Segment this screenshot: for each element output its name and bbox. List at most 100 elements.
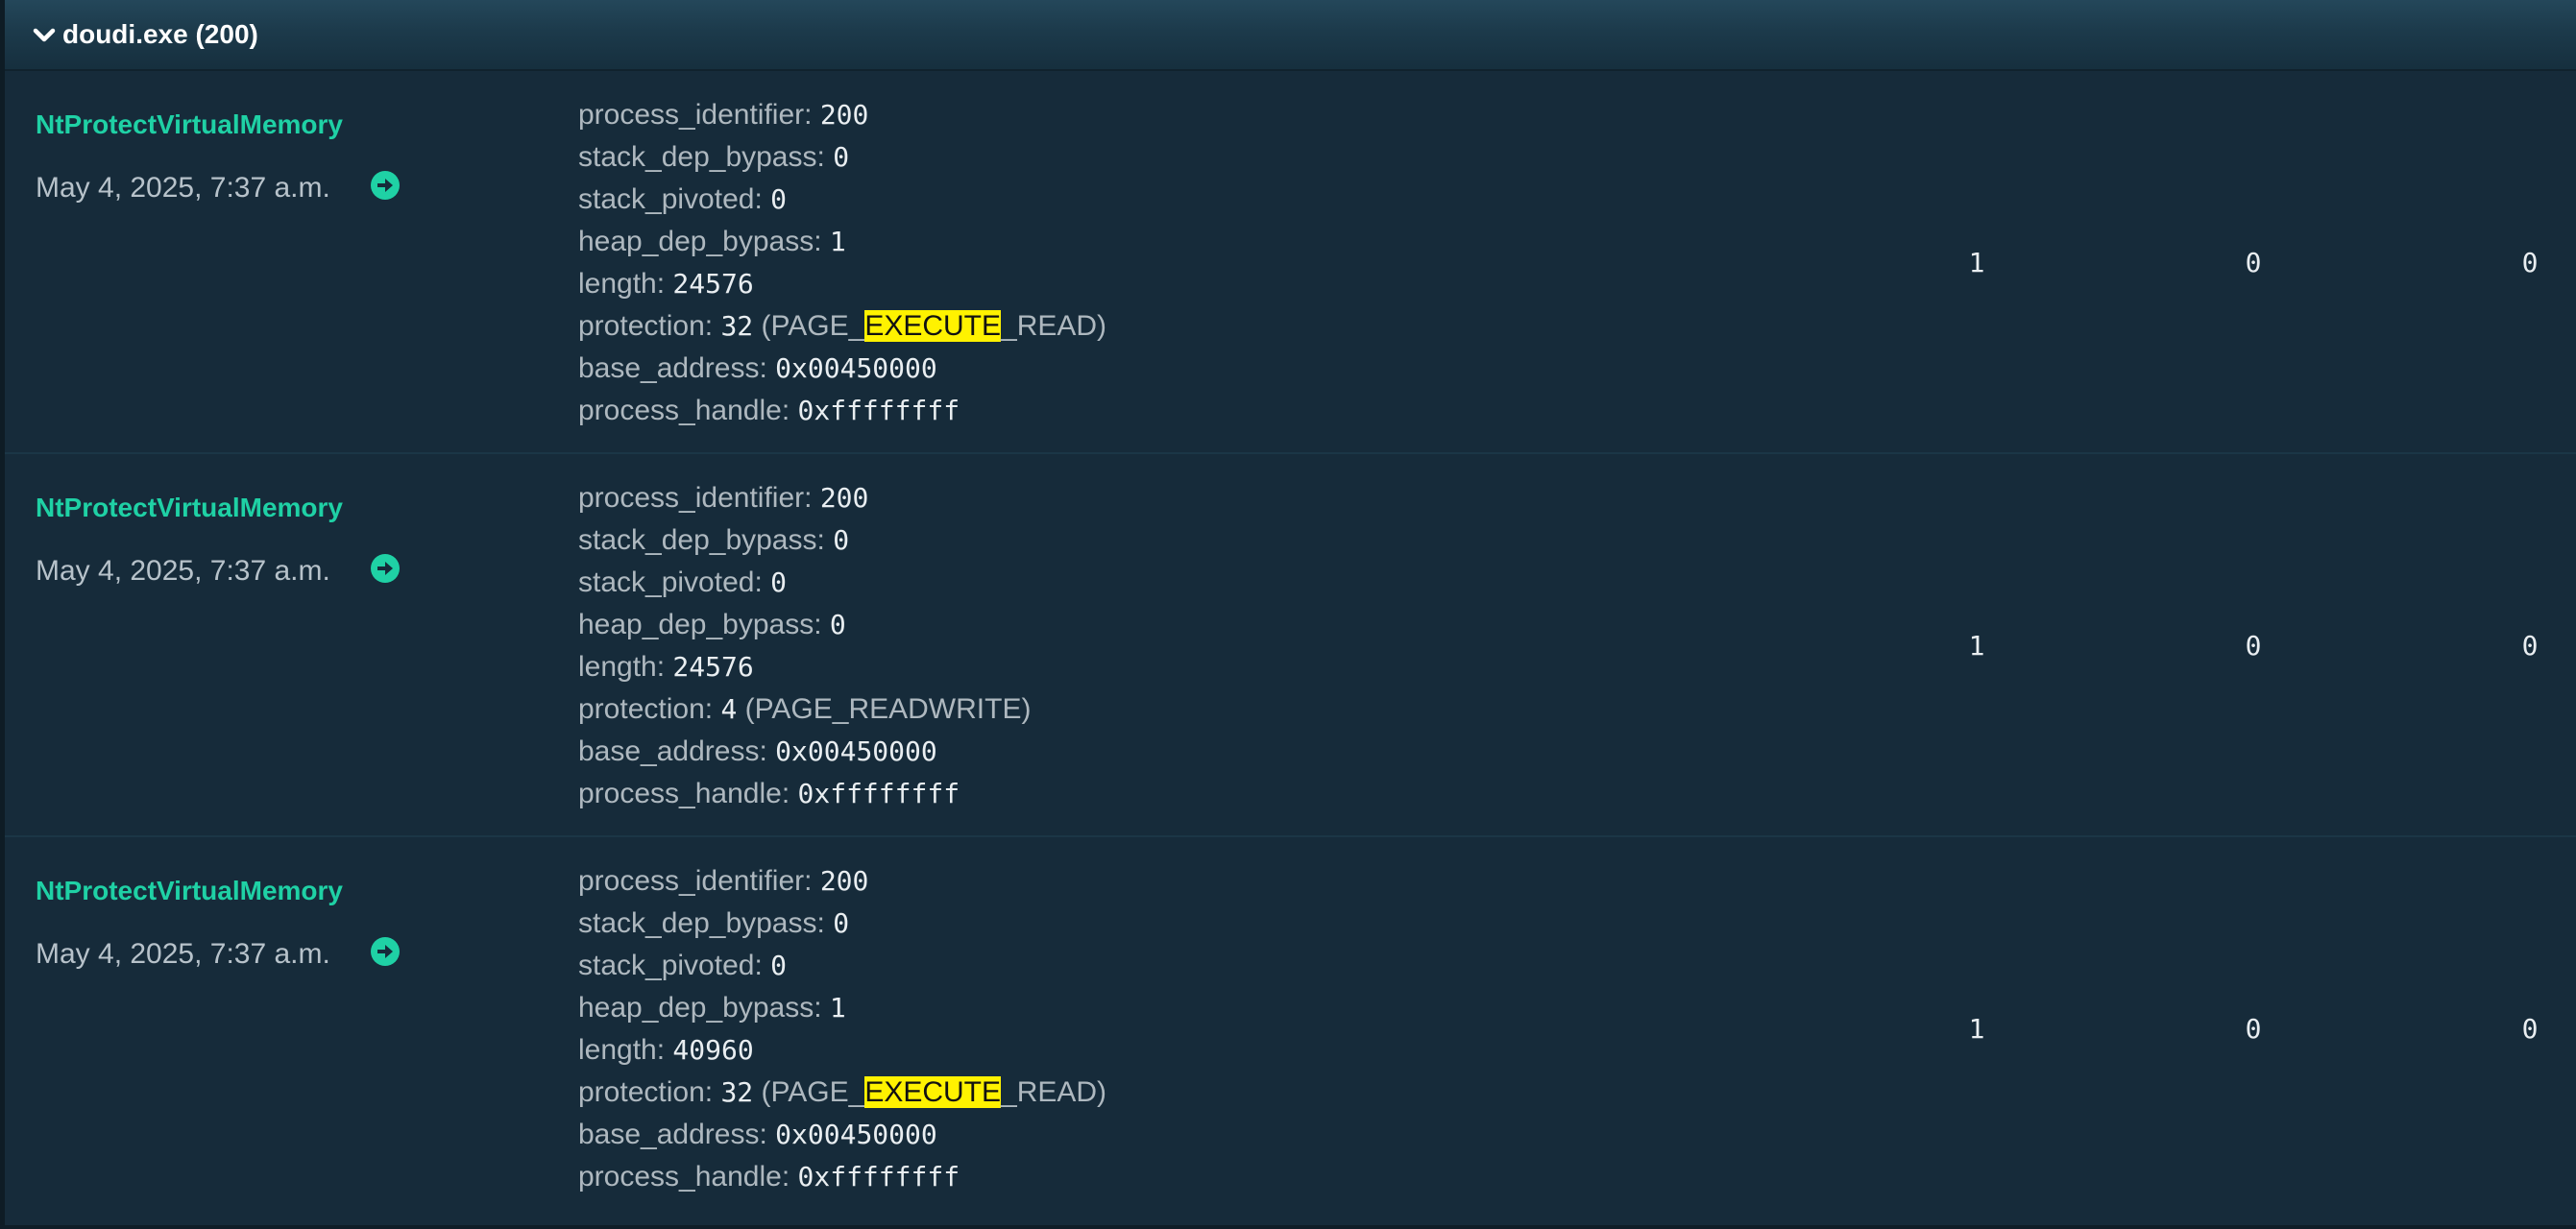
arg-key: stack_dep_bypass:: [578, 524, 825, 556]
arg-value: 200: [819, 99, 869, 131]
arg-value: 40960: [672, 1034, 754, 1066]
protection-prefix: (PAGE_READWRITE): [744, 693, 1032, 725]
arrow-circle-right-icon[interactable]: [370, 936, 401, 967]
arg-heap-dep-bypass: heap_dep_bypass: 0: [578, 604, 1031, 646]
arg-value: 0xffffffff: [797, 395, 960, 426]
arg-length: length: 24576: [578, 646, 1031, 688]
arg-key: process_identifier:: [578, 99, 813, 131]
arg-key: stack_pivoted:: [578, 950, 763, 981]
arg-process-identifier: process_identifier: 200: [578, 94, 1106, 136]
arg-key: process_handle:: [578, 778, 790, 809]
arg-value: 24576: [672, 651, 754, 683]
call-timestamp: May 4, 2025, 7:37 a.m.: [36, 172, 330, 204]
repeated-value: 0: [2521, 630, 2539, 662]
arg-key: process_identifier:: [578, 482, 813, 514]
arg-key: length:: [578, 268, 666, 300]
arg-stack-pivoted: stack_pivoted: 0: [578, 179, 1106, 221]
arg-key: heap_dep_bypass:: [578, 609, 822, 640]
protection-prefix: (PAGE_: [761, 1076, 865, 1108]
arg-key: base_address:: [578, 735, 767, 767]
arg-key: process_handle:: [578, 395, 790, 426]
arg-value: 0xffffffff: [797, 1161, 960, 1193]
arg-heap-dep-bypass: heap_dep_bypass: 1: [578, 221, 1106, 263]
chevron-down-icon[interactable]: [30, 21, 59, 50]
arg-key: process_identifier:: [578, 865, 813, 897]
return-value: 0: [2245, 630, 2262, 662]
arg-process-handle: process_handle: 0xffffffff: [578, 390, 1106, 432]
call-arguments: process_identifier: 200 stack_dep_bypass…: [578, 477, 1031, 815]
arg-stack-dep-bypass: stack_dep_bypass: 0: [578, 519, 1031, 562]
return-value: 0: [2245, 247, 2262, 278]
arrow-circle-right-icon[interactable]: [370, 553, 401, 584]
process-calls-panel: doudi.exe (200) NtProtectVirtualMemory M…: [0, 0, 2576, 1225]
arg-value: 0: [829, 609, 846, 640]
protection-suffix: _READ): [1001, 1076, 1107, 1108]
call-timestamp: May 4, 2025, 7:37 a.m.: [36, 938, 330, 970]
arg-key: length:: [578, 651, 666, 683]
protection-suffix: _READ): [1001, 310, 1107, 342]
arg-stack-dep-bypass: stack_dep_bypass: 0: [578, 136, 1106, 179]
arg-value: 200: [819, 482, 869, 514]
arg-value: 0: [833, 141, 850, 173]
arg-key: stack_dep_bypass:: [578, 907, 825, 939]
repeated-value: 0: [2521, 1013, 2539, 1045]
api-name-link[interactable]: NtProtectVirtualMemory: [36, 493, 343, 523]
arg-key: stack_dep_bypass:: [578, 141, 825, 173]
arg-key: process_handle:: [578, 1161, 790, 1193]
arg-value: 4: [720, 693, 738, 725]
search-highlight: EXECUTE: [864, 310, 1002, 342]
arg-base-address: base_address: 0x00450000: [578, 1114, 1106, 1156]
arg-stack-dep-bypass: stack_dep_bypass: 0: [578, 903, 1106, 945]
api-call-row: NtProtectVirtualMemory May 4, 2025, 7:37…: [5, 71, 2576, 454]
arg-value: 1: [829, 992, 846, 1024]
arg-base-address: base_address: 0x00450000: [578, 731, 1031, 773]
api-call-row: NtProtectVirtualMemory May 4, 2025, 7:37…: [5, 837, 2576, 1220]
status-value: 1: [1968, 630, 1985, 662]
arrow-circle-right-icon[interactable]: [370, 170, 401, 201]
protection-prefix: (PAGE_: [761, 310, 865, 342]
api-name-link[interactable]: NtProtectVirtualMemory: [36, 109, 343, 140]
arg-key: protection:: [578, 310, 714, 342]
arg-key: protection:: [578, 1076, 714, 1108]
return-value: 0: [2245, 1013, 2262, 1045]
arg-length: length: 24576: [578, 263, 1106, 305]
protection-flags: (PAGE_EXECUTE_READ): [761, 1076, 1107, 1108]
call-arguments: process_identifier: 200 stack_dep_bypass…: [578, 860, 1106, 1198]
call-timestamp: May 4, 2025, 7:37 a.m.: [36, 555, 330, 587]
status-value: 1: [1968, 1013, 1985, 1045]
arg-value: 0x00450000: [775, 735, 937, 767]
arg-value: 0: [770, 950, 787, 981]
process-section-header[interactable]: doudi.exe (200): [5, 0, 2576, 71]
arg-protection: protection: 32 (PAGE_EXECUTE_READ): [578, 305, 1106, 348]
arg-value: 0: [770, 183, 787, 215]
arg-process-handle: process_handle: 0xffffffff: [578, 1156, 1106, 1198]
arg-stack-pivoted: stack_pivoted: 0: [578, 562, 1031, 604]
arg-key: base_address:: [578, 352, 767, 384]
search-highlight: EXECUTE: [864, 1076, 1002, 1108]
api-name-link[interactable]: NtProtectVirtualMemory: [36, 876, 343, 906]
arg-process-identifier: process_identifier: 200: [578, 477, 1031, 519]
call-arguments: process_identifier: 200 stack_dep_bypass…: [578, 94, 1106, 432]
arg-value: 24576: [672, 268, 754, 300]
arg-process-handle: process_handle: 0xffffffff: [578, 773, 1031, 815]
arg-process-identifier: process_identifier: 200: [578, 860, 1106, 903]
protection-flags: (PAGE_READWRITE): [745, 693, 1032, 725]
arg-protection: protection: 4 (PAGE_READWRITE): [578, 688, 1031, 731]
arg-value: 32: [720, 1076, 754, 1108]
arg-key: heap_dep_bypass:: [578, 226, 822, 257]
api-call-row: NtProtectVirtualMemory May 4, 2025, 7:37…: [5, 454, 2576, 837]
process-section-title: doudi.exe (200): [62, 19, 258, 49]
arg-value: 0x00450000: [775, 1119, 937, 1150]
arg-key: stack_pivoted:: [578, 566, 763, 598]
protection-flags: (PAGE_EXECUTE_READ): [761, 310, 1107, 342]
arg-key: length:: [578, 1034, 666, 1066]
arg-key: base_address:: [578, 1119, 767, 1150]
arg-value: 0: [833, 524, 850, 556]
arg-value: 0: [833, 907, 850, 939]
arg-key: protection:: [578, 693, 714, 725]
status-value: 1: [1968, 247, 1985, 278]
repeated-value: 0: [2521, 247, 2539, 278]
arg-value: 1: [829, 226, 846, 257]
arg-protection: protection: 32 (PAGE_EXECUTE_READ): [578, 1072, 1106, 1114]
arg-value: 32: [720, 310, 754, 342]
